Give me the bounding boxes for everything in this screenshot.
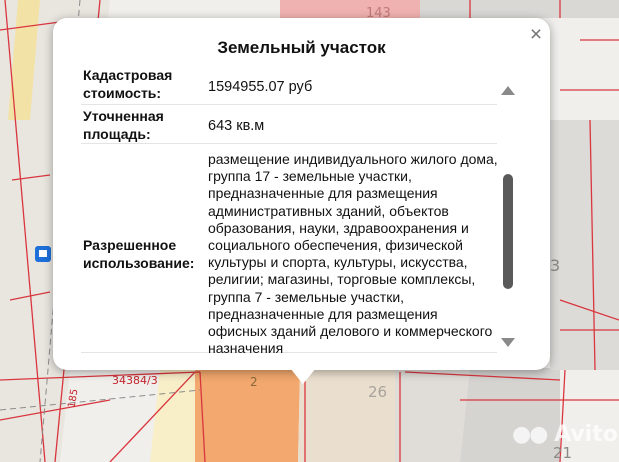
property-label: Разрешенное использование: [83, 237, 195, 271]
property-value: размещение индивидуального жилого дома, … [208, 151, 497, 353]
popup-pointer [290, 368, 316, 384]
close-icon[interactable]: × [526, 24, 546, 46]
building-number-26: 26 [368, 383, 388, 401]
popup-scrollbar[interactable] [497, 78, 519, 363]
land-parcel-popup: Земельный участок × Кадастровая стоимост… [53, 18, 550, 370]
scroll-down-icon[interactable] [501, 338, 515, 347]
scroll-up-icon[interactable] [501, 86, 515, 95]
property-value: 643 кв.м [208, 118, 265, 134]
scrollbar-thumb[interactable] [503, 174, 513, 289]
avito-dots-icon: ●● [512, 422, 548, 447]
property-value: 1594955.07 руб [208, 79, 313, 95]
property-row-area: Уточненная площадь: 643 кв.м [81, 105, 497, 144]
property-label: Кадастровая стоимость: [83, 70, 173, 101]
popup-title: Земельный участок [217, 38, 386, 57]
properties-list[interactable]: Кадастровая стоимость: 1594955.07 руб Ут… [81, 70, 497, 353]
avito-watermark: ●● Avito [512, 422, 618, 447]
property-row-cadastral-value: Кадастровая стоимость: 1594955.07 руб [81, 70, 497, 105]
building-number-3: 3 [550, 256, 561, 275]
property-row-permitted-use: Разрешенное использование: размещение ин… [81, 144, 497, 353]
building-number-2: 2 [250, 375, 258, 389]
parcel-number-label: 34384/3 [112, 374, 158, 387]
property-label: Уточненная площадь: [83, 108, 164, 142]
